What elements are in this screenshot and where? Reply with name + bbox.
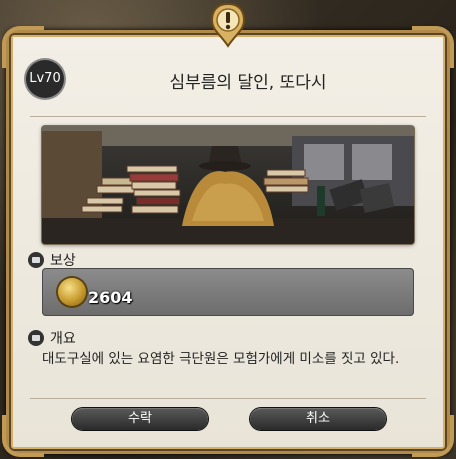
gil-coin-icon[interactable] — [58, 278, 86, 306]
reward-section-label: 보상 — [28, 250, 76, 270]
gil-amount: 2604 — [88, 288, 133, 307]
divider — [30, 398, 426, 399]
frame-ornament — [2, 415, 44, 457]
frame-ornament — [412, 415, 454, 457]
overview-label: 개요 — [50, 331, 76, 347]
level-badge: Lv70 — [26, 60, 64, 98]
frame-ornament — [412, 26, 454, 68]
quest-summary: 대도구실에 있는 요염한 극단원은 모험가에게 미소를 짓고 있다. — [42, 351, 400, 367]
reward-label: 보상 — [50, 253, 76, 269]
reward-panel: 2604 — [42, 268, 414, 316]
quest-exclamation-icon — [210, 2, 246, 48]
cancel-button[interactable]: 취소 — [250, 408, 386, 430]
overview-icon — [28, 330, 44, 346]
accept-button[interactable]: 수락 — [72, 408, 208, 430]
divider — [30, 116, 426, 117]
quest-illustration — [42, 126, 414, 244]
overview-section-label: 개요 — [28, 328, 76, 348]
reward-icon — [28, 252, 44, 268]
quest-title: 심부름의 달인, 또다시 — [169, 73, 327, 93]
